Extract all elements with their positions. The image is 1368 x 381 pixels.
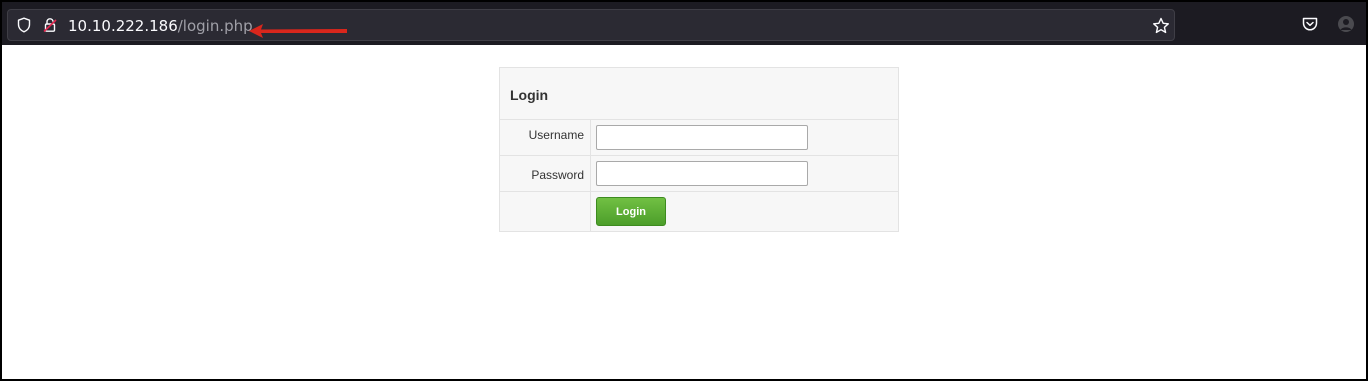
login-title: Login [510, 87, 549, 103]
insecure-lock-icon[interactable] [42, 17, 58, 33]
submit-row: Login [500, 192, 898, 231]
shield-icon[interactable] [16, 17, 32, 33]
pocket-icon[interactable] [1301, 15, 1319, 33]
username-row: Username [500, 120, 898, 156]
avatar-icon[interactable] [1337, 15, 1355, 33]
url-path: /login.php [177, 17, 253, 35]
annotation-arrow-icon [249, 24, 347, 38]
submit-label-cell [500, 192, 591, 231]
username-label: Username [500, 120, 591, 155]
password-input[interactable] [596, 161, 808, 186]
star-icon[interactable] [1152, 17, 1170, 35]
password-row: Password [500, 156, 898, 192]
password-label: Password [500, 156, 591, 191]
username-cell [591, 120, 898, 155]
browser-toolbar: 10.10.222.186/login.php [2, 2, 1366, 45]
address-bar[interactable]: 10.10.222.186/login.php [7, 9, 1175, 41]
submit-cell: Login [591, 192, 898, 231]
browser-window: 10.10.222.186/login.php Login Username P… [0, 0, 1368, 381]
username-input[interactable] [596, 125, 808, 150]
url-text[interactable]: 10.10.222.186/login.php [68, 17, 253, 35]
login-header: Login [500, 68, 898, 120]
password-cell [591, 156, 898, 191]
url-host: 10.10.222.186 [68, 17, 178, 35]
login-button[interactable]: Login [596, 197, 666, 226]
login-form: Login Username Password Login [499, 67, 899, 232]
